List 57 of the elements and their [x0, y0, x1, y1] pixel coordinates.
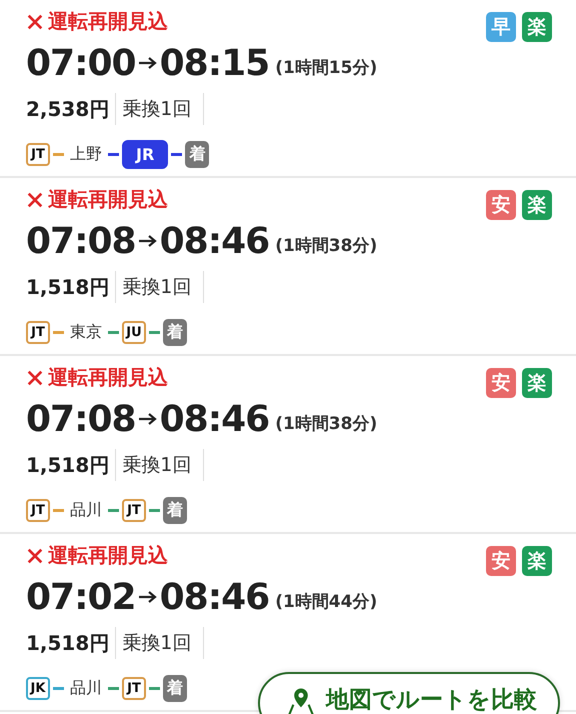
- station-name: 品川: [70, 500, 102, 520]
- transfer-count: 乗換1回: [121, 631, 192, 656]
- transfer-count: 乗換1回: [121, 275, 192, 300]
- cross-icon: [26, 546, 44, 564]
- arrival-time: 08:46: [160, 576, 270, 618]
- departure-time: 07:00: [26, 42, 136, 84]
- arrival-badge: 着: [185, 140, 210, 168]
- line-badge: JT: [26, 498, 50, 522]
- station-name: 品川: [70, 678, 102, 698]
- line-badge: JT: [26, 320, 50, 344]
- duration: (1時間44分): [275, 590, 378, 612]
- arrival-badge: 着: [163, 674, 187, 702]
- transfer-count: 乗換1回: [121, 97, 192, 122]
- cross-icon: [26, 12, 44, 30]
- line-badge: JT: [26, 142, 50, 166]
- arrival-time: 08:46: [160, 398, 270, 440]
- route-tag: 早: [486, 12, 516, 42]
- route-tag: 楽: [522, 12, 552, 42]
- arrow-icon: [138, 234, 158, 248]
- line-badge: JR: [122, 140, 168, 168]
- fare: 1,518円: [26, 630, 110, 656]
- route-tag: 楽: [522, 190, 552, 220]
- line-badge: JK: [26, 676, 50, 700]
- route-tag: 安: [486, 190, 516, 220]
- line-badge: JT: [122, 676, 146, 700]
- arrival-time: 08:46: [160, 220, 270, 262]
- departure-time: 07:02: [26, 576, 136, 618]
- arrow-icon: [138, 590, 158, 604]
- route-tag: 楽: [522, 546, 552, 576]
- fare: 1,518円: [26, 274, 110, 300]
- line-badge: JU: [122, 320, 146, 344]
- status-label: 運転再開見込: [48, 542, 168, 569]
- duration: (1時間38分): [275, 412, 378, 434]
- arrival-time: 08:15: [160, 42, 270, 84]
- departure-time: 07:08: [26, 398, 136, 440]
- cross-icon: [26, 368, 44, 386]
- cross-icon: [26, 190, 44, 208]
- route-tag: 楽: [522, 368, 552, 398]
- route-tag: 安: [486, 546, 516, 576]
- departure-time: 07:08: [26, 220, 136, 262]
- station-name: 上野: [70, 144, 102, 164]
- line-badge: JT: [122, 498, 146, 522]
- arrival-badge: 着: [163, 496, 187, 524]
- fare: 1,518円: [26, 452, 110, 478]
- station-name: 東京: [70, 322, 102, 342]
- compare-map-button[interactable]: 地図でルートを比較: [258, 672, 560, 714]
- duration: (1時間38分): [275, 234, 378, 256]
- duration: (1時間15分): [275, 56, 378, 78]
- arrival-badge: 着: [163, 318, 187, 346]
- status-label: 運転再開見込: [48, 8, 168, 35]
- route-tag: 安: [486, 368, 516, 398]
- arrow-icon: [138, 412, 158, 426]
- status-label: 運転再開見込: [48, 364, 168, 391]
- status-label: 運転再開見込: [48, 186, 168, 213]
- transfer-count: 乗換1回: [121, 453, 192, 478]
- arrow-icon: [138, 56, 158, 70]
- fare: 2,538円: [26, 96, 110, 122]
